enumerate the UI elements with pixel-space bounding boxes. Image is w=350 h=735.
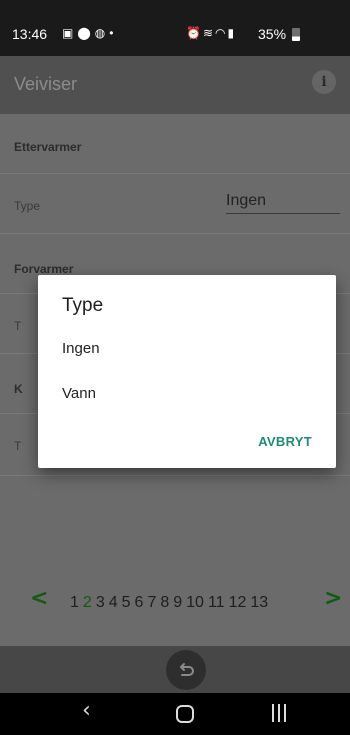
section-row: Ettervarmer	[0, 114, 350, 174]
status-bar: 13:46 ▣⬤◍• ⏰≋◠▮ 35%	[0, 0, 350, 56]
info-icon[interactable]: i	[312, 70, 336, 94]
field-label: T	[14, 439, 22, 453]
cancel-button[interactable]: AVBRYT	[258, 434, 312, 449]
system-nav-bar: ‹	[0, 693, 350, 735]
field-row[interactable]: Type Ingen	[0, 174, 350, 234]
nav-back-icon[interactable]: ‹	[82, 698, 91, 723]
notification-icons: ▣⬤◍•	[62, 26, 117, 40]
wifi-icon: ◠	[215, 26, 228, 40]
page-title: Veiviser	[14, 74, 78, 94]
section-header: Ettervarmer	[14, 140, 82, 154]
nav-recents-icon[interactable]	[272, 704, 286, 722]
page-number[interactable]: 13	[250, 594, 268, 612]
field-label: T	[14, 319, 22, 333]
page-number[interactable]: 9	[173, 594, 182, 612]
alarm-icon: ⏰	[186, 26, 203, 40]
dialog-option-vann[interactable]: Vann	[62, 385, 96, 402]
page-number[interactable]: 6	[135, 594, 144, 612]
page-number[interactable]: 4	[109, 594, 118, 612]
page-number[interactable]: 5	[122, 594, 131, 612]
nav-home-icon[interactable]	[176, 705, 194, 723]
signal-icon: ▮	[227, 26, 237, 40]
page-number[interactable]: 11	[208, 594, 225, 612]
section-header: Forvarmer	[14, 262, 74, 276]
location-icon: ⬤	[77, 26, 95, 40]
page-navigator: < 1 2 3 4 5 6 7 8 9 10 11 12 13 >	[0, 582, 350, 622]
undo-button[interactable]	[166, 650, 206, 690]
battery-icon	[292, 28, 300, 41]
app-bar: Veiviser i	[0, 56, 350, 114]
status-time: 13:46	[12, 26, 48, 42]
type-dialog: Type Ingen Vann AVBRYT	[38, 275, 336, 468]
field-label: Type	[14, 199, 41, 213]
wifi-calling-icon: ≋	[202, 26, 216, 40]
type-select[interactable]: Ingen	[226, 192, 340, 214]
section-header: K	[14, 382, 23, 396]
page-number[interactable]: 12	[229, 594, 247, 612]
page-number[interactable]: 8	[160, 594, 169, 612]
dialog-title: Type	[62, 295, 104, 316]
undo-icon	[180, 663, 194, 676]
page-number[interactable]: 7	[147, 594, 156, 612]
dialog-option-ingen[interactable]: Ingen	[62, 340, 100, 357]
battery-percent: 35%	[258, 26, 287, 42]
next-page-button[interactable]: >	[324, 586, 342, 611]
messenger-icon: ◍	[94, 26, 110, 40]
system-icons: ⏰≋◠▮	[186, 26, 236, 40]
image-icon: ▣	[62, 26, 78, 40]
dot-icon: •	[109, 26, 118, 40]
previous-page-button[interactable]: <	[30, 586, 48, 611]
page-number[interactable]: 3	[96, 594, 105, 612]
page-number[interactable]: 1	[70, 594, 79, 612]
page-number-current[interactable]: 2	[83, 594, 92, 612]
page-number[interactable]: 10	[186, 594, 204, 612]
page-numbers: 1 2 3 4 5 6 7 8 9 10 11 12 13	[70, 594, 268, 612]
